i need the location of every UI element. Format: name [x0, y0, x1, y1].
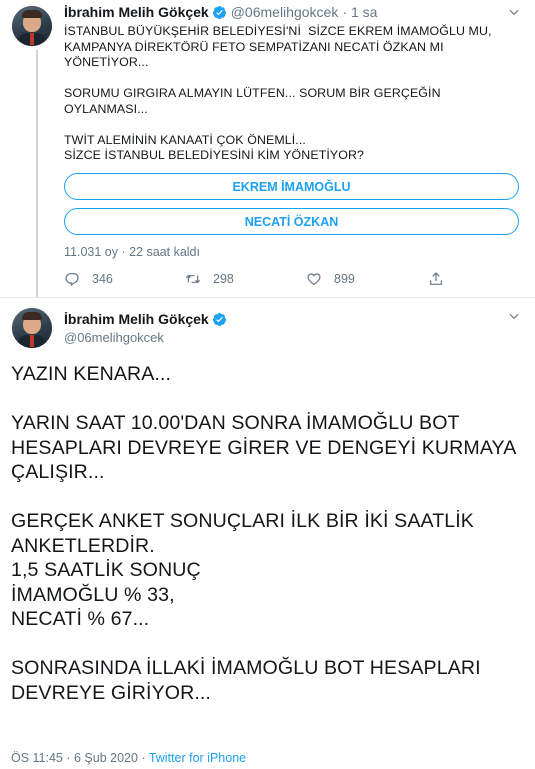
retweet-button[interactable]: 298 [185, 270, 234, 288]
poll-option-necati[interactable]: NECATİ ÖZKAN [64, 208, 519, 235]
tweet-header: İbrahim Melih Gökçek @06melihgokcek [64, 310, 227, 345]
tweet-timestamp[interactable]: ÖS 11:45 · 6 Şub 2020 · [11, 751, 149, 765]
thread-connector-line [36, 50, 38, 298]
heart-icon [307, 273, 321, 286]
chevron-down-icon[interactable] [507, 5, 521, 19]
verified-badge-icon [212, 5, 226, 19]
verified-badge-icon [212, 312, 226, 326]
reply-button[interactable]: 346 [64, 270, 113, 288]
retweet-icon [185, 274, 201, 284]
like-button[interactable]: 899 [306, 270, 355, 288]
tweet-actions: 346 298 899 [64, 270, 504, 288]
author-name[interactable]: İbrahim Melih Gökçek [64, 4, 209, 20]
separator-dot: · [342, 4, 347, 20]
tweet-source-link[interactable]: Twitter for iPhone [149, 751, 246, 765]
tweet-header: İbrahim Melih Gökçek @06melihgokcek · 1 … [64, 3, 377, 21]
tweet-meta: ÖS 11:45 · 6 Şub 2020 · Twitter for iPho… [11, 751, 246, 765]
chevron-down-icon[interactable] [507, 309, 521, 323]
reply-icon [65, 273, 79, 287]
retweet-count: 298 [213, 272, 234, 286]
author-handle[interactable]: @06melihgokcek [64, 330, 227, 345]
tweet-poll[interactable]: İbrahim Melih Gökçek @06melihgokcek · 1 … [0, 0, 535, 298]
avatar[interactable] [12, 308, 52, 348]
tweet-text: YAZIN KENARA... YARIN SAAT 10.00'DAN SON… [11, 363, 517, 704]
share-icon [430, 272, 442, 285]
tweet-time[interactable]: 1 sa [351, 4, 377, 20]
reply-count: 346 [92, 272, 113, 286]
like-count: 899 [334, 272, 355, 286]
tweet-text: İSTANBUL BÜYÜKŞEHİR BELEDİYESİ'Nİ SİZCE … [64, 24, 492, 162]
author-name[interactable]: İbrahim Melih Gökçek [64, 311, 209, 327]
poll-option-ekrem[interactable]: EKREM İMAMOĞLU [64, 173, 519, 200]
avatar[interactable] [12, 6, 52, 46]
poll-meta: 11.031 oy · 22 saat kaldı [64, 245, 200, 259]
author-handle[interactable]: @06melihgokcek [231, 4, 339, 20]
share-button[interactable] [428, 270, 444, 288]
